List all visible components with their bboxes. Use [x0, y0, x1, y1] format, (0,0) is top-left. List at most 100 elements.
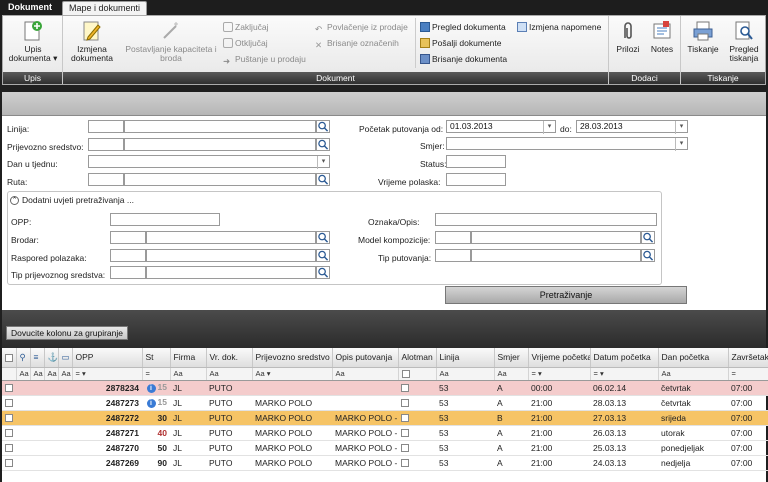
column-header-vrdok[interactable]: Vr. dok.: [206, 348, 253, 368]
select-all-checkbox[interactable]: [2, 348, 17, 368]
izmjena-napomene-button[interactable]: Izmjena napomene: [517, 22, 601, 33]
tip-prijevoznog-code-input[interactable]: [110, 266, 146, 279]
prijevozno-lookup-button[interactable]: [316, 138, 330, 151]
column-header-opis[interactable]: Opis putovanja: [332, 348, 399, 368]
date-from-input[interactable]: 01.03.2013 ▾: [446, 120, 556, 134]
filter-cell[interactable]: Aa: [44, 367, 59, 381]
column-header-smjer[interactable]: Smjer: [494, 348, 529, 368]
pregled-tiskanja-button[interactable]: Pregled tiskanja: [725, 20, 763, 63]
vrijeme-input[interactable]: [446, 173, 506, 186]
filter-cell[interactable]: Aa: [58, 367, 73, 381]
oznaka-input[interactable]: [435, 213, 657, 226]
raspored-code-input[interactable]: [110, 249, 146, 262]
filter-cell[interactable]: = ▾: [528, 367, 591, 381]
filter-cell[interactable]: Aa: [170, 367, 207, 381]
pustanje-u-prodaju-button[interactable]: ➜ Puštanje u prodaju: [223, 54, 306, 66]
cell-alotman[interactable]: [398, 455, 436, 471]
notes-button[interactable]: Notes: [647, 20, 677, 54]
filter-cell[interactable]: Aa: [494, 367, 529, 381]
row-checkbox[interactable]: [2, 395, 16, 411]
prijevozno-name-input[interactable]: [124, 138, 316, 151]
row-checkbox[interactable]: [2, 410, 16, 426]
tiskanje-button[interactable]: Tiskanje: [685, 20, 721, 54]
brisanje-dokumenta-button[interactable]: Brisanje dokumenta: [420, 54, 507, 65]
izmjena-dokumenta-button[interactable]: Izmjena dokumenta: [67, 20, 117, 63]
column-header-datum[interactable]: Datum početka: [590, 348, 659, 368]
column-header-zavrsetak[interactable]: Završetak: [728, 348, 768, 368]
pretrazivanje-button[interactable]: Pretraživanje: [445, 286, 687, 304]
brodar-lookup-button[interactable]: [316, 231, 330, 244]
column-header-opp[interactable]: OPP: [72, 348, 143, 368]
opp-input[interactable]: [110, 213, 220, 226]
table-row[interactable]: 2487271 40 JL PUTO MARKO POLO MARKO POLO - ! 5…: [2, 425, 768, 441]
ruta-code-input[interactable]: [88, 173, 124, 186]
cell-alotman[interactable]: [398, 410, 436, 426]
filter-cell[interactable]: Aa: [332, 367, 399, 381]
model-lookup-button[interactable]: [641, 231, 655, 244]
column-header-st[interactable]: St: [142, 348, 171, 368]
cell-alotman[interactable]: [398, 425, 436, 441]
column-header-firma[interactable]: Firma: [170, 348, 207, 368]
column-header-prijevozno[interactable]: Prijevozno sredstvo: [252, 348, 333, 368]
zakljucaj-button[interactable]: Zaključaj: [223, 22, 269, 33]
row-checkbox[interactable]: [2, 440, 16, 456]
column-header-dan[interactable]: Dan početka: [658, 348, 729, 368]
otkljucaj-button[interactable]: Otključaj: [223, 38, 268, 49]
brisanje-oznacenih-button[interactable]: ✕ Brisanje označenih: [315, 38, 399, 50]
postavljanje-kapaciteta-button[interactable]: Postavljanje kapaciteta i broda: [123, 20, 219, 63]
cell-alotman[interactable]: [398, 380, 436, 396]
brodar-name-input[interactable]: [146, 231, 316, 244]
model-name-input[interactable]: [471, 231, 641, 244]
filter-cell[interactable]: Aa: [206, 367, 253, 381]
filter-cell[interactable]: Aa: [16, 367, 31, 381]
table-row[interactable]: 2487273 i 15 JL PUTO MARKO POLO 53 A 21:00 28.03.…: [2, 395, 768, 411]
filter-cell[interactable]: Aa: [436, 367, 495, 381]
brodar-code-input[interactable]: [110, 231, 146, 244]
filter-cell[interactable]: Aa: [658, 367, 729, 381]
filter-cell[interactable]: Aa: [30, 367, 45, 381]
dodatni-uvjeti-toggle[interactable]: ⌃ Dodatni uvjeti pretraživanja ...: [10, 195, 134, 206]
cell-alotman[interactable]: [398, 440, 436, 456]
table-row[interactable]: 2487269 90 JL PUTO MARKO POLO MARKO POLO - ! 5…: [2, 455, 768, 471]
info-icon[interactable]: i: [146, 398, 156, 408]
tip-prijevoznog-name-input[interactable]: [146, 266, 316, 279]
tip-putovanja-name-input[interactable]: [471, 249, 641, 262]
smjer-select[interactable]: ▾: [446, 137, 688, 151]
upis-dokumenta-button[interactable]: Upis dokumenta ▾: [7, 20, 59, 63]
row-checkbox[interactable]: [2, 380, 16, 396]
raspored-name-input[interactable]: [146, 249, 316, 262]
info-icon[interactable]: i: [146, 383, 156, 393]
table-row[interactable]: 2878234 i 15 JL PUTO 53 A 00:00 06.02.14 četvrtak…: [2, 380, 768, 396]
filter-cell[interactable]: [398, 367, 437, 381]
table-row[interactable]: 2487272 30 JL PUTO MARKO POLO MARKO POLO - ! 5…: [2, 410, 768, 426]
ruta-lookup-button[interactable]: [316, 173, 330, 186]
filter-cell[interactable]: Aa ▾: [252, 367, 333, 381]
row-checkbox[interactable]: [2, 455, 16, 471]
posalji-dokumente-button[interactable]: Pošalji dokumente: [420, 38, 501, 49]
status-input[interactable]: [446, 155, 506, 168]
tip-putovanja-code-input[interactable]: [435, 249, 471, 262]
group-drop-area[interactable]: Dovucite kolonu za grupiranje: [6, 326, 128, 340]
row-checkbox[interactable]: [2, 425, 16, 441]
filter-cell[interactable]: =: [728, 367, 768, 381]
column-header-vrijeme[interactable]: Vrijeme početka: [528, 348, 591, 368]
linija-name-input[interactable]: [124, 120, 316, 133]
filter-cell[interactable]: = ▾: [590, 367, 659, 381]
dan-select[interactable]: ▾: [88, 155, 330, 169]
tab-mape-i-dokumenti[interactable]: Mape i dokumenti: [62, 1, 148, 15]
linija-lookup-button[interactable]: [316, 120, 330, 133]
ruta-name-input[interactable]: [124, 173, 316, 186]
date-to-input[interactable]: 28.03.2013 ▾: [576, 120, 688, 134]
prijevozno-code-input[interactable]: [88, 138, 124, 151]
filter-cell[interactable]: = ▾: [72, 367, 143, 381]
pregled-dokumenta-button[interactable]: Pregled dokumenta: [420, 22, 506, 33]
tip-putovanja-lookup-button[interactable]: [641, 249, 655, 262]
tip-prijevoznog-lookup-button[interactable]: [316, 266, 330, 279]
table-row[interactable]: 2487270 50 JL PUTO MARKO POLO MARKO POLO - ! 5…: [2, 440, 768, 456]
tab-dokument[interactable]: Dokument: [2, 1, 58, 15]
linija-code-input[interactable]: [88, 120, 124, 133]
cell-alotman[interactable]: [398, 395, 436, 411]
column-header-linija[interactable]: Linija: [436, 348, 495, 368]
povlacenje-iz-prodaje-button[interactable]: ↶ Povlačenje iz prodaje: [315, 22, 408, 34]
raspored-lookup-button[interactable]: [316, 249, 330, 262]
